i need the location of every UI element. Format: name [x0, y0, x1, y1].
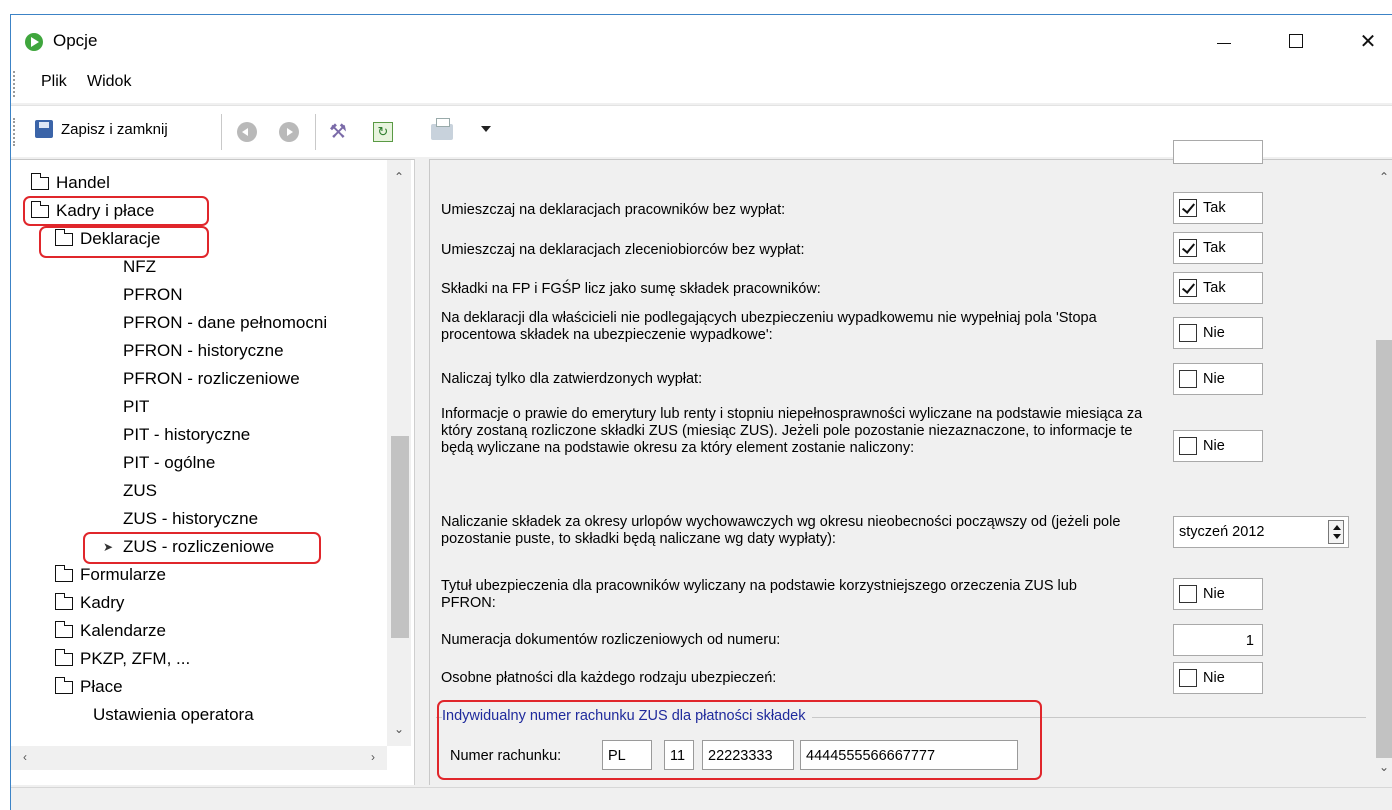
checkbox-field-hidden[interactable]	[1173, 140, 1263, 164]
tree-item-pit[interactable]: PIT	[123, 394, 149, 420]
menu-widok[interactable]: Widok	[87, 73, 131, 91]
tree-item-pit-historyczne[interactable]: PIT - historyczne	[123, 422, 250, 448]
option-label: Tytuł ubezpieczenia dla pracowników wyli…	[441, 578, 1077, 611]
option-label: Numeracja dokumentów rozliczeniowych od …	[441, 632, 781, 648]
folder-icon	[30, 172, 49, 190]
folder-icon	[54, 564, 73, 582]
option-label: Umieszczaj na deklaracjach zleceniobiorc…	[441, 242, 805, 258]
option-checkbox[interactable]: Nie	[1173, 662, 1263, 694]
save-icon	[35, 120, 53, 138]
option-checkbox[interactable]: Nie	[1173, 578, 1263, 610]
option-checkbox[interactable]: Tak	[1173, 192, 1263, 224]
save-and-close-label: Zapisz i zamknij	[61, 120, 168, 138]
option-label: Osobne płatności dla każdego rodzaju ube…	[441, 670, 777, 686]
menu-plik[interactable]: Plik	[41, 73, 67, 91]
option-checkbox[interactable]: Nie	[1173, 317, 1263, 349]
option-checkbox[interactable]: Tak	[1173, 232, 1263, 264]
menu-grip	[13, 71, 15, 97]
maximize-button[interactable]	[1273, 23, 1319, 59]
refresh-icon[interactable]: ↻	[373, 122, 393, 142]
window-title: Opcje	[53, 31, 98, 50]
option-checkbox[interactable]: Nie	[1173, 430, 1263, 462]
option-label: Umieszczaj na deklaracjach pracowników b…	[441, 202, 786, 218]
toolbar-separator	[315, 114, 316, 150]
scroll-left-icon[interactable]: ‹	[13, 750, 37, 764]
options-window: Opcje ✕ Plik Widok Zapisz i zamknij ⚒ ↻ …	[10, 14, 1392, 810]
tree-item-kalendarze[interactable]: Kalendarze	[54, 618, 166, 644]
tree-item-handel[interactable]: Handel	[30, 170, 110, 196]
tree-item-kadry[interactable]: Kadry	[54, 590, 124, 616]
dropdown-arrow-icon[interactable]	[481, 126, 491, 132]
scroll-up-icon[interactable]: ⌃	[1372, 170, 1392, 184]
scroll-thumb[interactable]	[1376, 340, 1392, 758]
status-bar	[11, 787, 1392, 810]
checkbox-checked-icon[interactable]	[1179, 199, 1197, 217]
minimize-icon	[1217, 42, 1231, 44]
tree-vertical-scrollbar[interactable]: ⌃ ⌄	[387, 160, 411, 746]
document-number-input[interactable]: 1	[1173, 624, 1263, 656]
option-label: Składki na FP i FGŚP licz jako sumę skła…	[441, 281, 821, 297]
tree-item-pfron[interactable]: PFRON	[123, 282, 183, 308]
options-panel: Umieszczaj na deklaracjach pracowników b…	[429, 140, 1392, 786]
back-icon[interactable]	[237, 122, 257, 142]
checkbox-unchecked-icon[interactable]	[1179, 437, 1197, 455]
scroll-up-icon[interactable]: ⌃	[387, 170, 411, 184]
tree-item-pfron-historyczne[interactable]: PFRON - historyczne	[123, 338, 284, 364]
tree-item-pfron-rozliczeniowe[interactable]: PFRON - rozliczeniowe	[123, 366, 300, 392]
option-checkbox[interactable]: Tak	[1173, 272, 1263, 304]
tree-item-pit-ogolne[interactable]: PIT - ogólne	[123, 450, 215, 476]
folder-icon	[54, 676, 73, 694]
tree-item-formularze[interactable]: Formularze	[54, 562, 166, 588]
spinner-arrows-icon[interactable]	[1328, 520, 1344, 544]
checkbox-unchecked-icon[interactable]	[1179, 669, 1197, 687]
forward-icon[interactable]	[279, 122, 299, 142]
checkbox-unchecked-icon[interactable]	[1179, 370, 1197, 388]
options-vertical-scrollbar[interactable]: ⌃ ⌄	[1374, 160, 1392, 786]
toolbar-separator	[221, 114, 222, 150]
close-button[interactable]: ✕	[1345, 23, 1391, 59]
highlight-zus-rozliczeniowe	[83, 532, 321, 564]
print-icon[interactable]	[431, 118, 453, 140]
save-and-close-button[interactable]: Zapisz i zamknij	[35, 120, 168, 138]
scroll-right-icon[interactable]: ›	[361, 750, 385, 764]
panel-splitter[interactable]	[415, 159, 429, 785]
tree-item-zus[interactable]: ZUS	[123, 478, 157, 504]
folder-icon	[54, 620, 73, 638]
toolbar-grip	[13, 118, 15, 146]
options-tree: Handel Kadry i płace Deklaracje NFZ PFRO…	[11, 159, 415, 785]
title-bar: Opcje ✕	[11, 15, 1392, 63]
tree-item-zus-historyczne[interactable]: ZUS - historyczne	[123, 506, 258, 532]
scroll-down-icon[interactable]: ⌄	[387, 722, 411, 736]
option-label: Naliczaj tylko dla zatwierdzonych wypłat…	[441, 371, 703, 387]
tree-item-place[interactable]: Płace	[54, 674, 123, 700]
tools-icon[interactable]: ⚒	[329, 122, 349, 142]
scroll-thumb[interactable]	[391, 436, 409, 638]
maximize-icon	[1289, 34, 1303, 48]
option-label: Informacje o prawie do emerytury lub ren…	[441, 406, 1143, 456]
option-label: Na deklaracji dla właścicieli nie podleg…	[441, 310, 1097, 343]
menu-bar: Plik Widok	[11, 63, 1392, 103]
close-icon: ✕	[1359, 30, 1377, 53]
highlight-kadry-i-place	[23, 196, 209, 226]
minimize-button[interactable]	[1201, 23, 1247, 59]
folder-icon	[54, 592, 73, 610]
tree-horizontal-scrollbar[interactable]: ‹ ›	[11, 746, 387, 770]
option-label: Naliczanie składek za okresy urlopów wyc…	[441, 514, 1121, 547]
scroll-down-icon[interactable]: ⌄	[1372, 760, 1392, 774]
app-logo-icon	[25, 33, 43, 51]
checkbox-checked-icon[interactable]	[1179, 279, 1197, 297]
highlight-deklaracje	[39, 226, 209, 258]
checkbox-unchecked-icon[interactable]	[1179, 324, 1197, 342]
date-spinner[interactable]: styczeń 2012	[1173, 516, 1349, 548]
tree-item-pfron-dane[interactable]: PFRON - dane pełnomocni	[123, 310, 327, 336]
folder-icon	[54, 648, 73, 666]
option-checkbox[interactable]: Nie	[1173, 363, 1263, 395]
tree-item-pkzp[interactable]: PKZP, ZFM, ...	[54, 646, 190, 672]
tree-item-ustawienia-operatora[interactable]: Ustawienia operatora	[93, 702, 254, 728]
highlight-account-group	[437, 700, 1042, 780]
checkbox-checked-icon[interactable]	[1179, 239, 1197, 257]
checkbox-unchecked-icon[interactable]	[1179, 585, 1197, 603]
